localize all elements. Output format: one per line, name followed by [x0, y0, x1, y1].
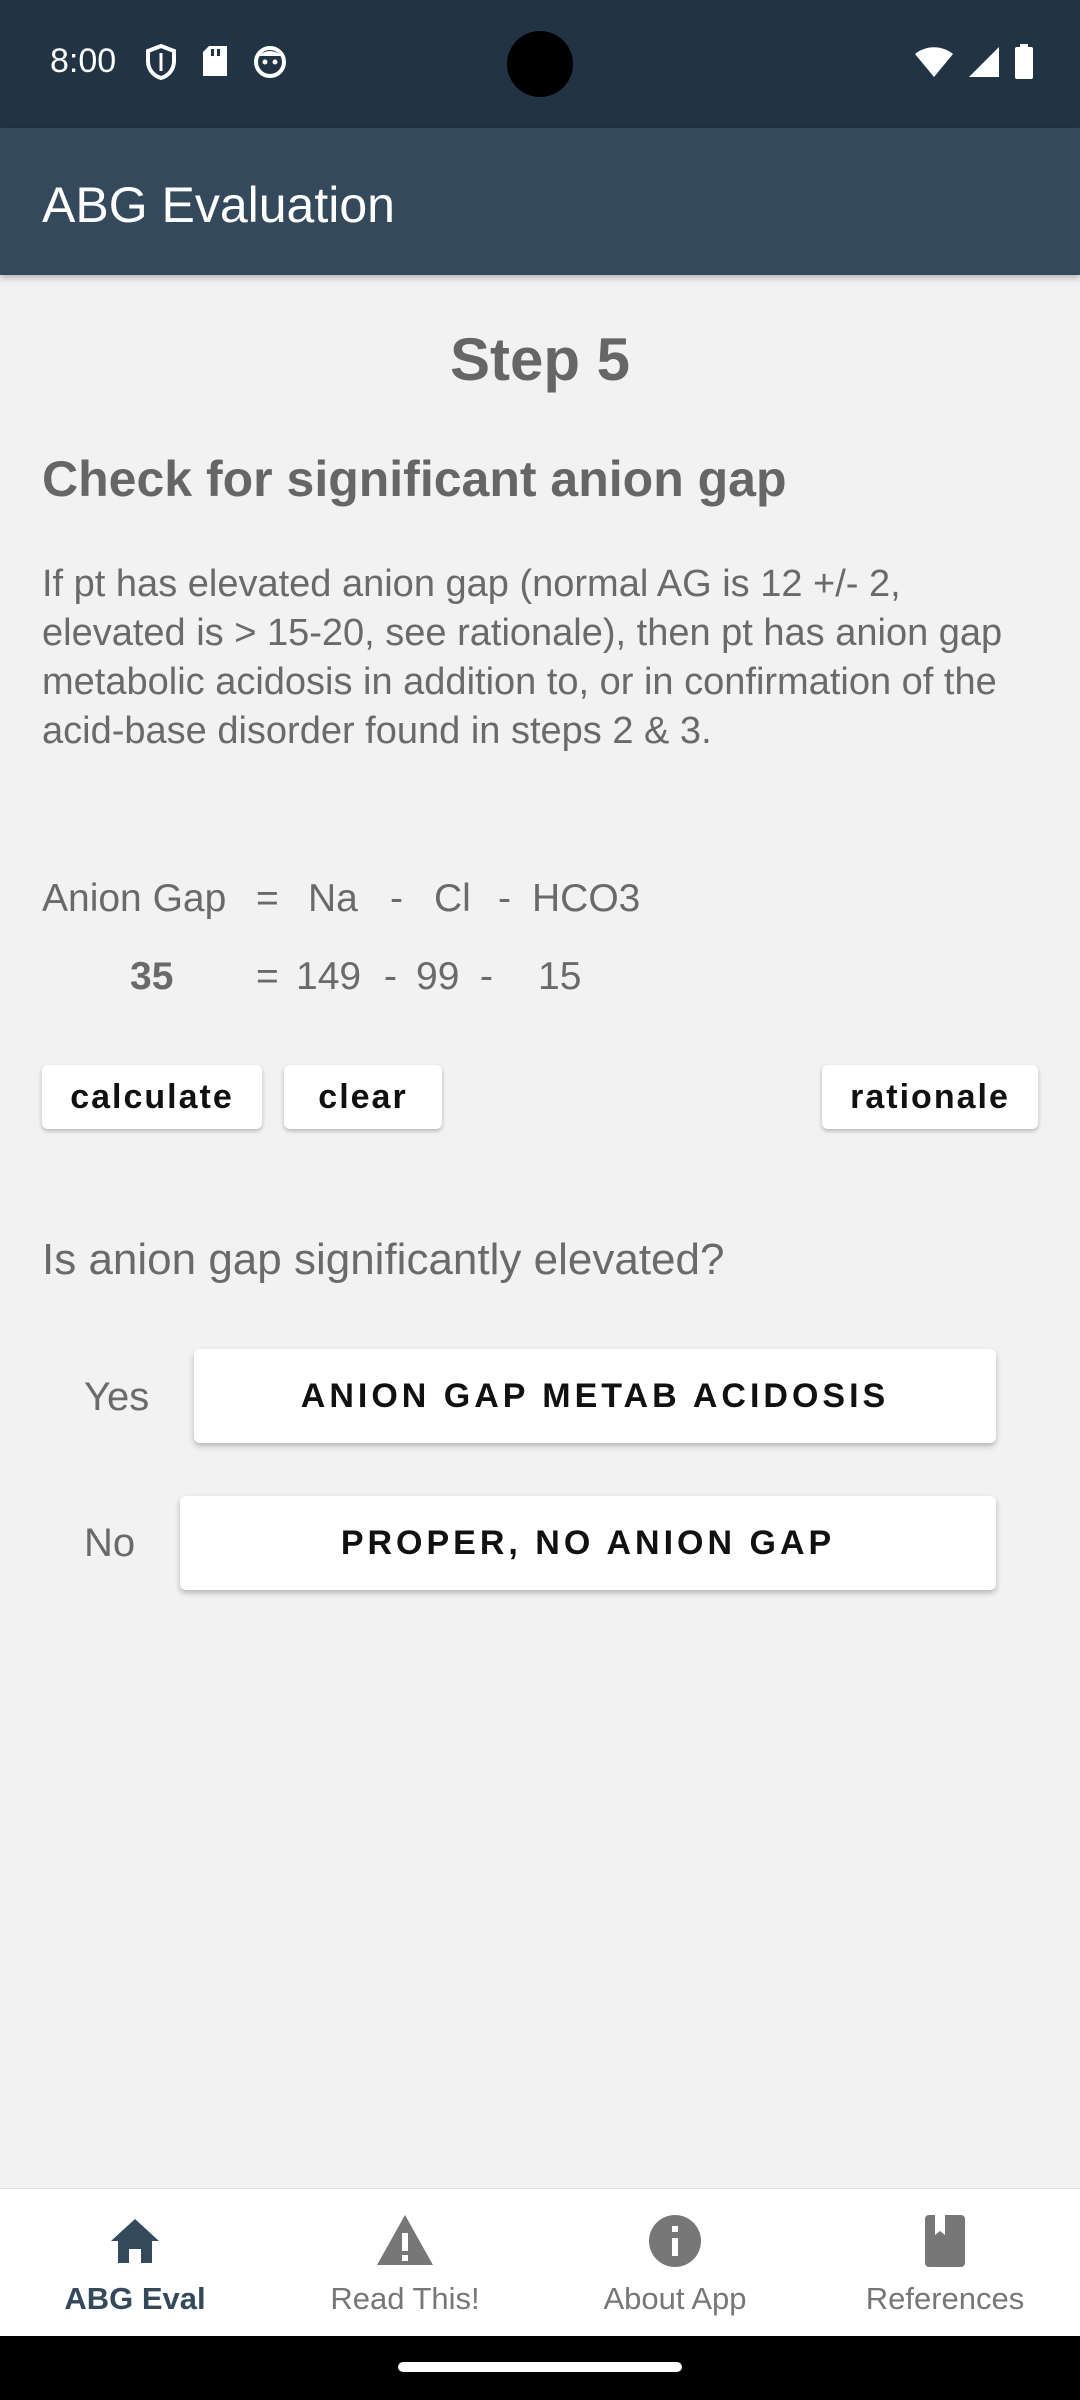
hco3-value[interactable]: 15	[538, 955, 581, 999]
na-value[interactable]: 149	[296, 955, 361, 999]
nav-item-read-this[interactable]: Read This!	[270, 2189, 540, 2337]
status-time: 8:00	[50, 42, 117, 80]
book-icon	[925, 2215, 965, 2267]
status-icons-left	[145, 44, 287, 80]
section-heading: Check for significant anion gap	[42, 451, 787, 507]
hco3-label: HCO3	[532, 877, 641, 920]
clear-button[interactable]: clear	[284, 1065, 442, 1129]
signal-icon	[969, 47, 999, 77]
cl-label: Cl	[434, 877, 471, 920]
gesture-bar	[0, 2336, 1080, 2400]
anion-gap-metab-acidosis-button[interactable]: ANION GAP METAB ACIDOSIS	[194, 1349, 996, 1443]
proper-no-anion-gap-button[interactable]: PROPER, NO ANION GAP	[180, 1496, 996, 1590]
nav-label: About App	[603, 2281, 747, 2316]
face-icon	[254, 46, 286, 78]
nav-item-abg-eval[interactable]: ABG Eval	[0, 2189, 270, 2337]
na-label: Na	[308, 877, 358, 920]
home-icon	[111, 2219, 159, 2263]
sd-card-icon	[203, 46, 227, 76]
calculate-button[interactable]: calculate	[42, 1065, 262, 1129]
yes-label: Yes	[84, 1375, 150, 1419]
anion-gap-label: Anion Gap	[42, 877, 227, 920]
no-label: No	[84, 1521, 136, 1565]
equals-sign: =	[256, 877, 279, 920]
minus-sign: -	[498, 877, 511, 920]
nav-label: Read This!	[330, 2281, 480, 2316]
question-text: Is anion gap significantly elevated?	[42, 1235, 725, 1284]
status-icons-right	[914, 44, 1034, 80]
app-bar: ABG Evaluation	[0, 128, 1080, 275]
step-title: Step 5	[449, 326, 631, 393]
nav-item-references[interactable]: References	[810, 2189, 1080, 2337]
minus-sign: -	[390, 877, 403, 920]
shield-icon	[146, 44, 176, 80]
home-gesture-handle[interactable]	[398, 2362, 682, 2372]
minus-sign: -	[384, 955, 397, 998]
status-bar: 8:00	[0, 0, 1080, 128]
warning-icon	[377, 2215, 433, 2265]
step-description: If pt has elevated anion gap (normal AG …	[42, 563, 1003, 752]
info-icon	[649, 2215, 701, 2267]
nav-label: References	[865, 2281, 1025, 2316]
app-title: ABG Evaluation	[42, 177, 395, 233]
battery-icon	[1015, 44, 1033, 79]
minus-sign: -	[480, 955, 493, 998]
camera-cutout	[507, 31, 573, 97]
cl-value[interactable]: 99	[416, 955, 459, 999]
nav-item-about-app[interactable]: About App	[540, 2189, 810, 2337]
wifi-icon	[915, 47, 953, 77]
rationale-button[interactable]: rationale	[822, 1065, 1038, 1129]
equals-sign: =	[256, 955, 279, 998]
bottom-nav: ABG Eval Read This! About App References	[0, 2188, 1080, 2337]
anion-gap-result: 35	[130, 955, 174, 998]
nav-label: ABG Eval	[64, 2281, 206, 2316]
